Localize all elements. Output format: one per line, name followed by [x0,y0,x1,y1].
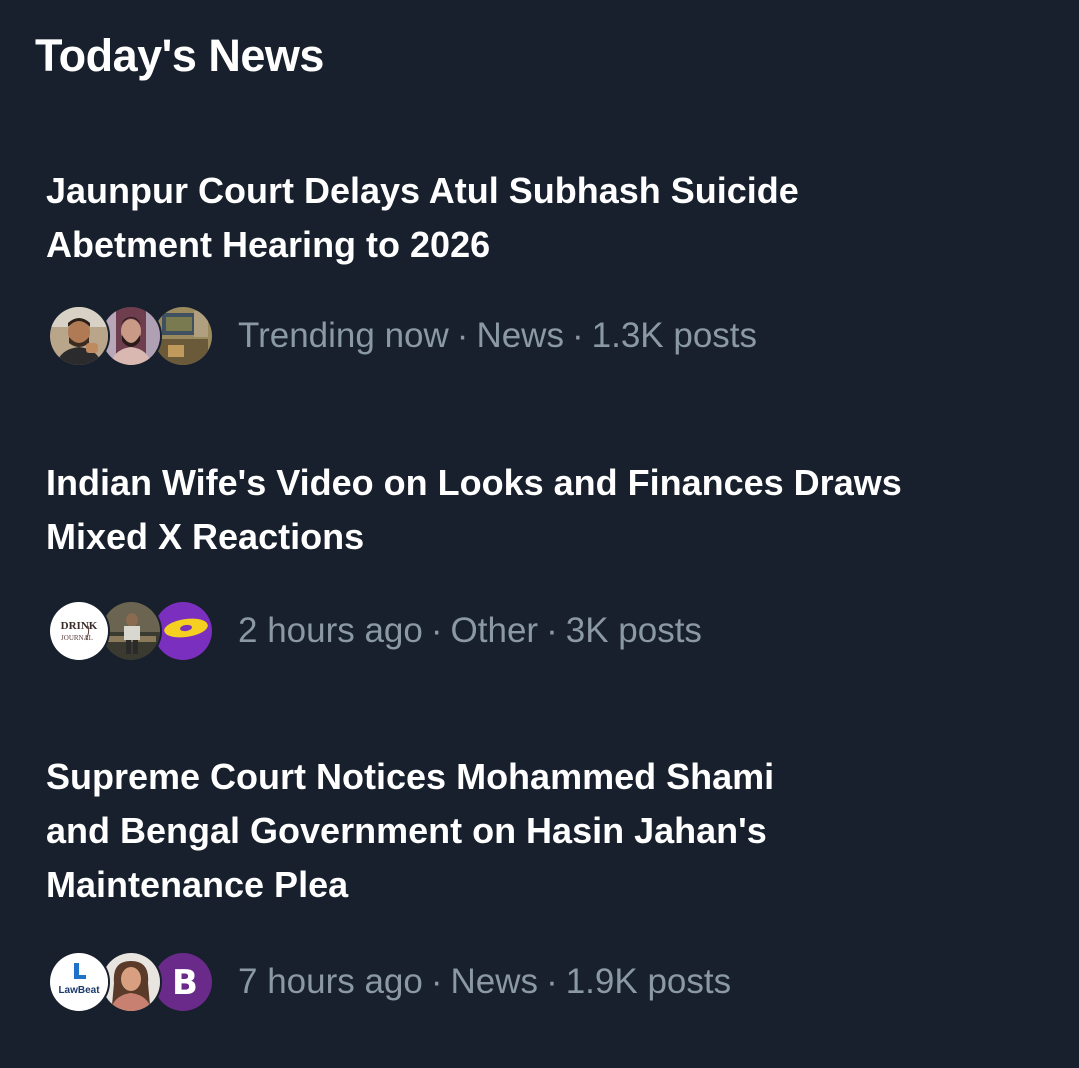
section-title: Today's News [35,30,324,81]
separator-dot: · [456,316,469,355]
story-meta: LawBeat B 7 hours ago · News · 1.9K post… [48,951,1048,1013]
story-post-count: 1.3K posts [591,316,758,355]
separator-dot: · [546,611,558,650]
headline-line: and Bengal Government on Hasin Jahan's [46,810,767,851]
news-story-3[interactable]: Supreme Court Notices Mohammed Shami and… [0,750,1079,1020]
story-time: 7 hours ago [238,962,423,1001]
drink-journal-logo-avatar: DRINK JOURNAL [48,600,110,662]
news-story-2[interactable]: Indian Wife's Video on Looks and Finance… [0,456,1079,666]
story-headline[interactable]: Jaunpur Court Delays Atul Subhash Suicid… [46,164,1056,272]
avatar-stack: DRINK JOURNAL [48,600,218,662]
headline-line: Abetment Hearing to 2026 [46,224,491,265]
story-time: 2 hours ago [238,611,423,650]
separator-dot: · [546,962,558,1001]
news-story-1[interactable]: Jaunpur Court Delays Atul Subhash Suicid… [0,164,1079,374]
avatar-stack [48,305,218,367]
headline-line: Maintenance Plea [46,864,349,905]
logo-text: B [172,963,198,1003]
story-headline[interactable]: Supreme Court Notices Mohammed Shami and… [46,750,1056,912]
story-meta-text: 2 hours ago · Other · 3K posts [238,610,702,652]
separator-dot: · [571,316,584,355]
headline-line: Mixed X Reactions [46,516,365,557]
story-meta-text: 7 hours ago · News · 1.9K posts [238,961,731,1003]
lawbeat-logo-avatar: LawBeat [48,951,110,1013]
story-category: Other [450,611,539,650]
todays-news-panel: Today's News Jaunpur Court Delays Atul S… [0,0,1079,1068]
story-time: Trending now [238,316,449,355]
story-category: News [450,962,539,1001]
story-post-count: 1.9K posts [565,962,732,1001]
headline-line: Supreme Court Notices Mohammed Shami [46,756,775,797]
story-meta: Trending now · News · 1.3K posts [48,305,1048,367]
story-post-count: 3K posts [565,611,702,650]
headline-line: Jaunpur Court Delays Atul Subhash Suicid… [46,170,799,211]
story-category: News [476,316,564,355]
story-headline[interactable]: Indian Wife's Video on Looks and Finance… [46,456,1056,564]
avatar-stack: LawBeat B [48,951,218,1013]
separator-dot: · [430,962,443,1001]
story-meta: DRINK JOURNAL 2 hours ago · Other · 3K p… [48,600,1048,662]
headline-line: Indian Wife's Video on Looks and Finance… [46,462,902,503]
logo-text: LawBeat [58,985,100,996]
man-portrait-avatar [48,305,110,367]
logo-text: DRINK [61,620,98,632]
separator-dot: · [430,611,443,650]
story-meta-text: Trending now · News · 1.3K posts [238,315,757,357]
